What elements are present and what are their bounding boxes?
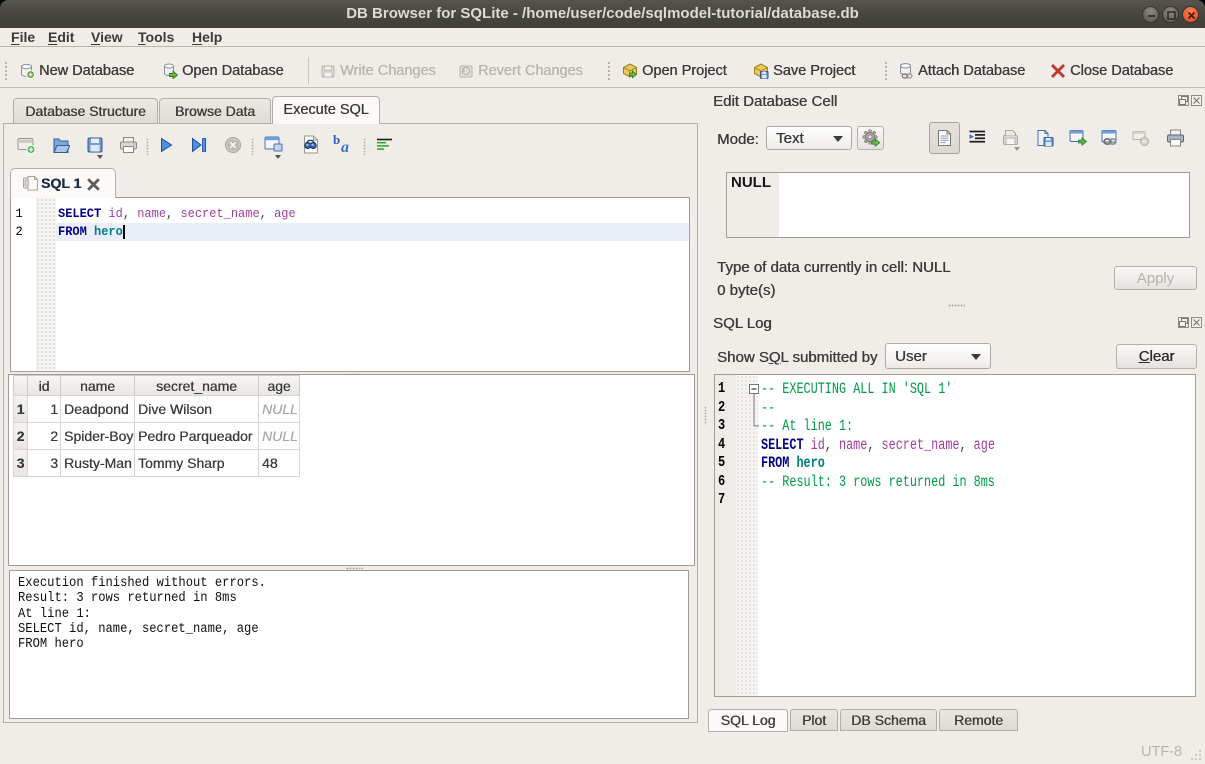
svg-text:b: b xyxy=(333,133,340,147)
svg-text:a: a xyxy=(341,139,349,154)
